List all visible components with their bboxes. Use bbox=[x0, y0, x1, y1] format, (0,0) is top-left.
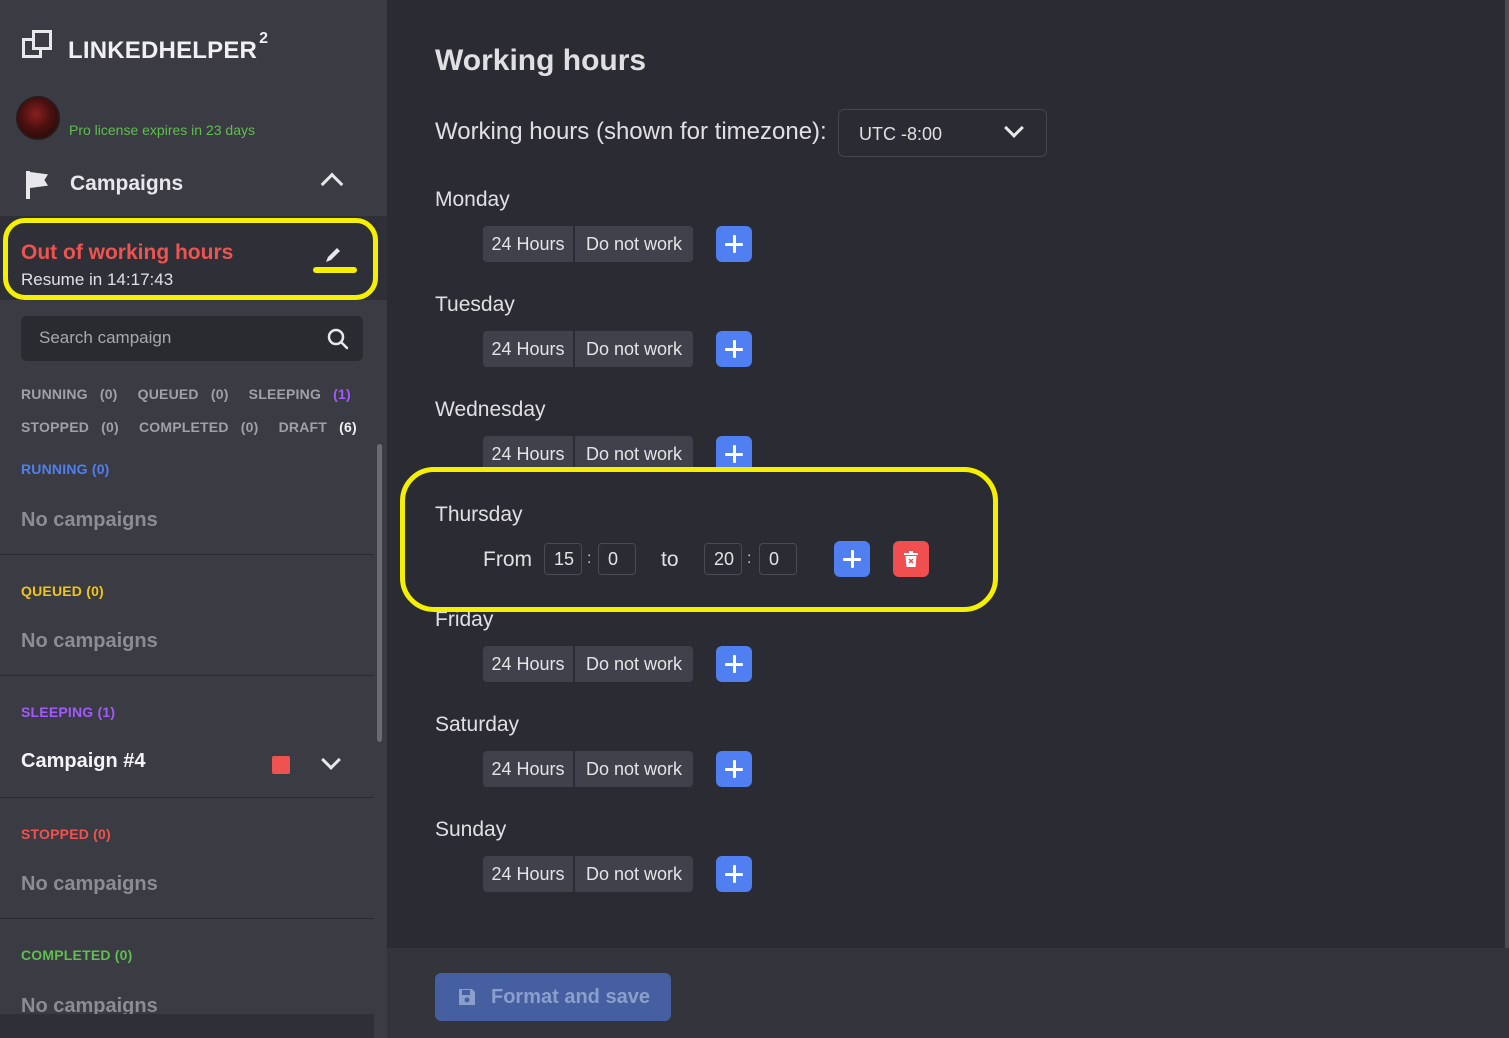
highlight-ring-thursday bbox=[400, 467, 998, 612]
filter-queued[interactable]: QUEUED (0) bbox=[138, 386, 237, 402]
tuesday-presets: 24 Hours Do not work bbox=[483, 331, 693, 367]
sidebar-scrollbar[interactable] bbox=[377, 444, 382, 742]
floppy-disk-icon bbox=[459, 989, 475, 1005]
campaigns-label: Campaigns bbox=[70, 172, 184, 195]
tuesday-do-not-work-button[interactable]: Do not work bbox=[575, 331, 693, 367]
monday-do-not-work-button[interactable]: Do not work bbox=[575, 226, 693, 262]
friday-add-button[interactable] bbox=[716, 646, 752, 682]
stopped-empty: No campaigns bbox=[21, 873, 158, 895]
monday-presets: 24 Hours Do not work bbox=[483, 226, 693, 262]
timezone-select[interactable]: UTC -8:00 bbox=[838, 109, 1047, 157]
sunday-presets: 24 Hours Do not work bbox=[483, 856, 693, 892]
chevron-up-icon[interactable] bbox=[320, 172, 344, 196]
filter-row-2: STOPPED (0) COMPLETED (0) DRAFT (6) bbox=[21, 419, 373, 435]
highlight-ring-status bbox=[3, 218, 378, 300]
filter-draft[interactable]: DRAFT (6) bbox=[279, 419, 365, 435]
flag-icon bbox=[24, 169, 50, 199]
app-logo: LINKEDHELPER 2 bbox=[22, 29, 269, 64]
filter-sleeping[interactable]: SLEEPING (1) bbox=[249, 386, 359, 402]
running-empty: No campaigns bbox=[21, 509, 158, 531]
format-and-save-button[interactable]: Format and save bbox=[435, 973, 671, 1021]
avatar[interactable] bbox=[16, 96, 60, 140]
search-campaign-box bbox=[21, 316, 363, 361]
section-queued-header: QUEUED (0) bbox=[21, 583, 104, 599]
saturday-add-button[interactable] bbox=[716, 751, 752, 787]
saturday-24-hours-button[interactable]: 24 Hours bbox=[483, 751, 573, 787]
monday-24-hours-button[interactable]: 24 Hours bbox=[483, 226, 573, 262]
search-campaign-input[interactable] bbox=[39, 328, 319, 348]
logo-text: LINKEDHELPER 2 bbox=[68, 29, 269, 64]
section-completed-header: COMPLETED (0) bbox=[21, 947, 133, 963]
chevron-down-icon[interactable] bbox=[321, 750, 341, 770]
tuesday-add-button[interactable] bbox=[716, 331, 752, 367]
logo-icon bbox=[22, 30, 54, 62]
chevron-down-icon bbox=[1004, 118, 1024, 138]
filter-row-1: RUNNING (0) QUEUED (0) SLEEPING (1) bbox=[21, 386, 367, 402]
day-label-monday: Monday bbox=[435, 188, 510, 211]
divider bbox=[0, 554, 374, 555]
filter-completed[interactable]: COMPLETED (0) bbox=[139, 419, 267, 435]
section-running-header: RUNNING (0) bbox=[21, 461, 110, 477]
friday-24-hours-button[interactable]: 24 Hours bbox=[483, 646, 573, 682]
campaign-item-name[interactable]: Campaign #4 bbox=[21, 750, 145, 773]
filter-stopped[interactable]: STOPPED (0) bbox=[21, 419, 127, 435]
divider bbox=[0, 675, 374, 676]
window-right-edge bbox=[1505, 0, 1509, 948]
friday-do-not-work-button[interactable]: Do not work bbox=[575, 646, 693, 682]
monday-add-button[interactable] bbox=[716, 226, 752, 262]
section-sleeping-header: SLEEPING (1) bbox=[21, 704, 116, 720]
page-title: Working hours bbox=[435, 44, 647, 77]
section-stopped-header: STOPPED (0) bbox=[21, 826, 111, 842]
timezone-label: Working hours (shown for timezone): bbox=[435, 118, 827, 145]
sunday-24-hours-button[interactable]: 24 Hours bbox=[483, 856, 573, 892]
timezone-value: UTC -8:00 bbox=[859, 124, 943, 144]
sunday-add-button[interactable] bbox=[716, 856, 752, 892]
friday-presets: 24 Hours Do not work bbox=[483, 646, 693, 682]
license-status: Pro license expires in 23 days bbox=[69, 122, 255, 138]
day-label-saturday: Saturday bbox=[435, 713, 520, 736]
saturday-presets: 24 Hours Do not work bbox=[483, 751, 693, 787]
saturday-do-not-work-button[interactable]: Do not work bbox=[575, 751, 693, 787]
day-label-wednesday: Wednesday bbox=[435, 398, 546, 421]
sunday-do-not-work-button[interactable]: Do not work bbox=[575, 856, 693, 892]
day-label-tuesday: Tuesday bbox=[435, 293, 515, 316]
tuesday-24-hours-button[interactable]: 24 Hours bbox=[483, 331, 573, 367]
save-button-label: Format and save bbox=[491, 985, 650, 1008]
search-icon[interactable] bbox=[327, 328, 349, 350]
divider bbox=[0, 797, 374, 798]
stop-icon[interactable] bbox=[272, 756, 290, 774]
day-label-sunday: Sunday bbox=[435, 818, 507, 841]
sidebar-bottom bbox=[0, 1014, 374, 1038]
queued-empty: No campaigns bbox=[21, 630, 158, 652]
sidebar: LINKEDHELPER 2 Pro license expires in 23 … bbox=[0, 0, 387, 1038]
campaigns-header[interactable]: Campaigns bbox=[24, 166, 354, 202]
divider bbox=[0, 918, 374, 919]
filter-running[interactable]: RUNNING (0) bbox=[21, 386, 126, 402]
